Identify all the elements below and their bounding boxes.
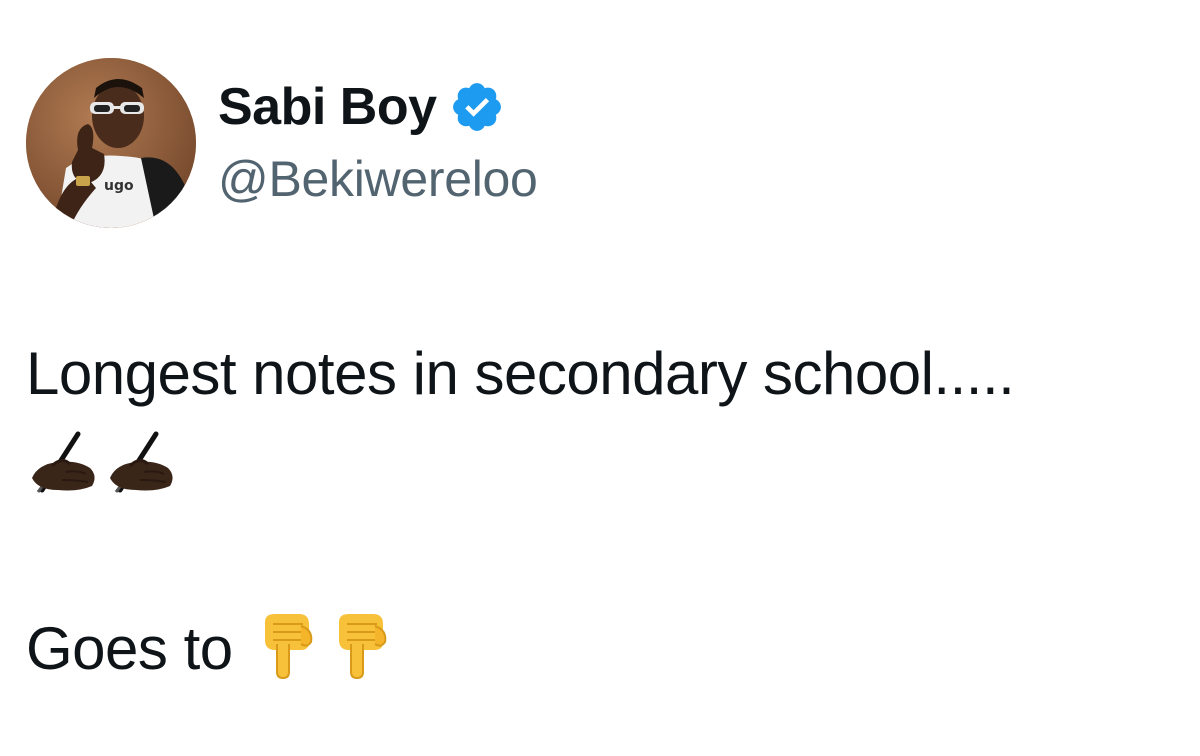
tweet-text-line-2-row: Goes to (26, 612, 387, 685)
tweet-card: ugo Sabi Boy @Bekiwereloo Longest notes … (0, 0, 1200, 756)
svg-text:ugo: ugo (104, 178, 134, 194)
tweet-text-line-2: Goes to (26, 614, 233, 682)
author-name-row: Sabi Boy (218, 72, 505, 142)
backhand-index-pointing-down-icon (261, 612, 313, 685)
backhand-index-pointing-down-icon (335, 612, 387, 685)
tweet-text: Longest notes in secondary school..... (26, 336, 1176, 412)
avatar-photo: ugo (26, 58, 196, 228)
writing-hand-icon (32, 431, 95, 493)
tweet-text-line-1: Longest notes in secondary school..... (26, 340, 1015, 407)
verified-badge-icon (449, 79, 505, 135)
author-handle[interactable]: @Bekiwereloo (218, 154, 538, 204)
writing-hand-emoji-row (28, 428, 176, 494)
writing-hand-icon (110, 431, 173, 493)
avatar[interactable]: ugo (26, 58, 196, 228)
author-display-name[interactable]: Sabi Boy (218, 81, 437, 133)
